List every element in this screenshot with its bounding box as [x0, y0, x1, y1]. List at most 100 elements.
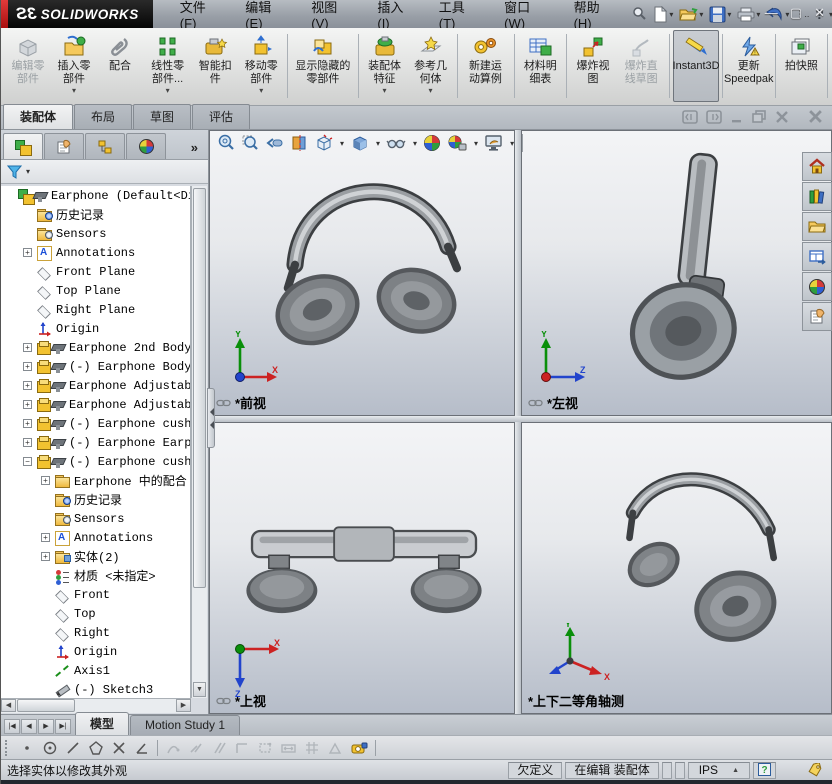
previous-view-icon[interactable]: [265, 134, 284, 152]
tree-item-material[interactable]: 材质 <未指定>: [1, 566, 190, 585]
next-tab-button[interactable]: ▶: [38, 719, 54, 734]
minimize-button[interactable]: —: [765, 5, 778, 21]
tree-item-front-plane[interactable]: Front Plane: [1, 262, 190, 281]
linear-pattern-button[interactable]: 线性零部件... ▾: [143, 30, 192, 102]
view-settings-icon[interactable]: [447, 134, 467, 152]
tree-item-top-plane[interactable]: Top Plane: [1, 281, 190, 300]
viewport-left[interactable]: Y Z *左视: [521, 130, 832, 416]
filter-funnel-icon[interactable]: [7, 165, 22, 179]
expand-icon[interactable]: +: [41, 552, 50, 561]
tree-item-component[interactable]: + Earphone Adjustable F: [1, 395, 190, 414]
previous-pane-icon[interactable]: [682, 110, 698, 124]
tree-item-history[interactable]: 历史记录: [1, 490, 190, 509]
section-view-icon[interactable]: [290, 134, 308, 152]
assembly-features-caret[interactable]: ▾: [383, 86, 387, 96]
explode-line-sketch-button[interactable]: 爆炸直线草图: [616, 30, 666, 102]
headphone-model-top[interactable]: [224, 493, 504, 653]
expand-icon[interactable]: +: [23, 400, 32, 409]
display-style-icon[interactable]: [350, 134, 369, 152]
collapse-icon[interactable]: −: [23, 457, 32, 466]
viewport-isometric[interactable]: Y X *上下二等角轴测: [521, 422, 832, 714]
search-icon[interactable]: [629, 5, 649, 23]
tree-item-mates[interactable]: + Earphone 中的配合: [1, 471, 190, 490]
viewport-front[interactable]: Y X *前视: [209, 130, 515, 416]
instant3d-button[interactable]: Instant3D: [673, 30, 719, 102]
expand-icon[interactable]: +: [23, 419, 32, 428]
hide-show-items-caret[interactable]: ▾: [413, 139, 417, 148]
expand-icon[interactable]: +: [23, 362, 32, 371]
length-snap-icon[interactable]: [280, 740, 297, 756]
viewport-top[interactable]: Z X *上视: [209, 422, 515, 714]
next-pane-icon[interactable]: [706, 110, 722, 124]
reference-geometry-button[interactable]: 参考几何体 ▾: [408, 30, 454, 102]
tree-item-origin[interactable]: Origin: [1, 319, 190, 338]
tree-item-root[interactable]: Earphone (Default<Displ: [1, 186, 190, 205]
exploded-view-button[interactable]: 爆炸视图: [570, 30, 616, 102]
vertical-viewport-splitter[interactable]: [515, 130, 521, 714]
expand-icon[interactable]: +: [23, 248, 32, 257]
bill-of-materials-button[interactable]: 材料明细表: [517, 30, 563, 102]
tags-icon[interactable]: [807, 763, 823, 777]
view-palette-tab[interactable]: [802, 242, 832, 271]
tree-item-solid-bodies[interactable]: + 实体(2): [1, 547, 190, 566]
tree-item-component[interactable]: + (-) Earphone Earpiece: [1, 433, 190, 452]
home-tab[interactable]: [802, 152, 832, 181]
tree-horizontal-scrollbar[interactable]: ◀ ▶: [1, 698, 191, 713]
tree-item-component[interactable]: + Earphone Adjustable F: [1, 376, 190, 395]
taskpane-close-icon[interactable]: [808, 109, 823, 124]
linear-pattern-caret[interactable]: ▾: [166, 86, 170, 96]
hide-show-items-icon[interactable]: [386, 134, 406, 152]
open-document-icon[interactable]: ▾: [677, 6, 705, 23]
tree-item-annotations[interactable]: + Annotations: [1, 528, 190, 547]
close-button[interactable]: ✕: [814, 5, 825, 21]
tangent-snap-icon[interactable]: [188, 740, 204, 756]
doc-minimize-icon[interactable]: [730, 110, 744, 124]
insert-component-button[interactable]: 插入零部件 ▾: [51, 30, 97, 102]
tree-item-origin[interactable]: Origin: [1, 642, 190, 661]
propertymanager-tab[interactable]: [44, 133, 84, 159]
tab-model[interactable]: 模型: [75, 712, 129, 735]
angle-measure-icon[interactable]: [327, 740, 343, 756]
print-icon[interactable]: ▾: [735, 6, 762, 23]
tree-item-history[interactable]: 历史记录: [1, 205, 190, 224]
scroll-right-button[interactable]: ▶: [176, 699, 191, 712]
screen-capture-caret[interactable]: ▾: [510, 139, 514, 148]
view-orientation-caret[interactable]: ▾: [340, 139, 344, 148]
measure-tool-icon[interactable]: [350, 740, 368, 756]
manager-overflow-chevron[interactable]: »: [183, 140, 206, 159]
tree-item-top[interactable]: Top: [1, 604, 190, 623]
line-snap-icon[interactable]: [65, 740, 81, 756]
polygon-snap-icon[interactable]: [88, 740, 104, 756]
tree-item-right[interactable]: Right: [1, 623, 190, 642]
display-style-caret[interactable]: ▾: [376, 139, 380, 148]
selection-box-icon[interactable]: [257, 740, 273, 756]
new-dropdown-caret[interactable]: ▾: [669, 10, 673, 19]
reference-geometry-caret[interactable]: ▾: [429, 86, 433, 96]
toolbar-grip[interactable]: [5, 740, 10, 756]
insert-component-caret[interactable]: ▾: [72, 86, 76, 96]
scrollbar-thumb[interactable]: [193, 188, 206, 588]
smart-fasteners-button[interactable]: 智能扣件: [192, 30, 238, 102]
arc-snap-icon[interactable]: [165, 740, 181, 756]
first-tab-button[interactable]: |◀: [4, 719, 20, 734]
view-orientation-icon[interactable]: [314, 134, 333, 152]
doc-close-icon[interactable]: [775, 110, 789, 124]
tree-item-annotations[interactable]: + Annotations: [1, 243, 190, 262]
new-document-icon[interactable]: ▾: [651, 5, 675, 24]
expand-icon[interactable]: +: [41, 476, 50, 485]
apply-scene-icon[interactable]: [423, 134, 441, 152]
tree-item-axis[interactable]: Axis1: [1, 661, 190, 680]
filter-caret[interactable]: ▾: [26, 167, 30, 176]
assembly-features-button[interactable]: 装配体特征 ▾: [362, 30, 408, 102]
expand-icon[interactable]: +: [41, 533, 50, 542]
tree-item-component[interactable]: + Earphone 2nd Body<1>: [1, 338, 190, 357]
center-point-snap-icon[interactable]: [42, 740, 58, 756]
horizontal-viewport-splitter[interactable]: [209, 416, 832, 422]
displaymanager-tab[interactable]: [126, 133, 166, 159]
tab-sketch[interactable]: 草图: [133, 104, 191, 129]
scrollbar-thumb[interactable]: [17, 699, 75, 712]
print-dropdown-caret[interactable]: ▾: [756, 10, 760, 19]
scroll-left-button[interactable]: ◀: [1, 699, 16, 712]
perpendicular-snap-icon[interactable]: [234, 740, 250, 756]
design-library-tab[interactable]: [802, 182, 832, 211]
